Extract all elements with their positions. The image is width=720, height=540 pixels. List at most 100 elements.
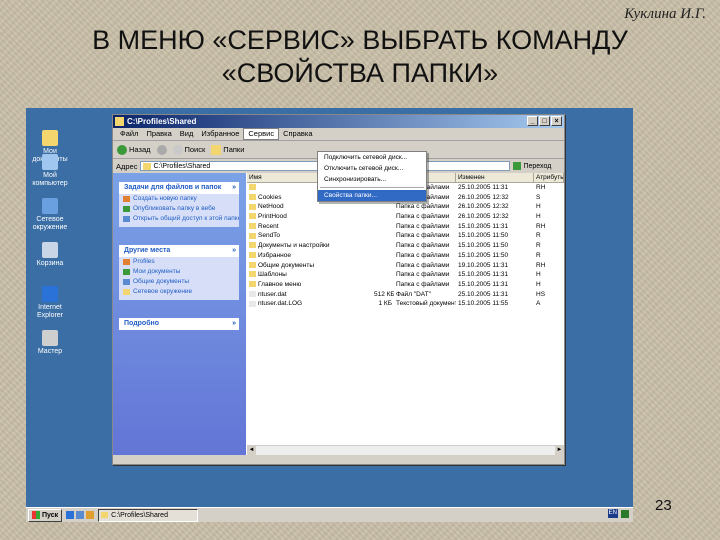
menu-5[interactable]: Справка — [279, 128, 316, 140]
desktop-icon-1[interactable]: Мой компьютер — [30, 154, 70, 188]
go-arrow-icon — [513, 162, 522, 170]
cell-type: Папка с файлами — [396, 251, 450, 259]
cell-type: Папка с файлами — [396, 203, 450, 211]
close-button[interactable]: × — [551, 116, 562, 126]
forward-button[interactable] — [156, 144, 167, 155]
cell-date: 15.10.2005 11:50 — [458, 232, 509, 240]
table-row[interactable]: Recent Папка с файлами 15.10.2005 11:31 RH — [247, 222, 564, 232]
column-header-3[interactable]: Изменен — [456, 173, 534, 182]
task-link-icon — [123, 279, 130, 285]
taskbar: Пуск C:\Profiles\Shared EN — [26, 507, 633, 522]
folder-icon — [115, 117, 124, 126]
task-link[interactable]: Сетевое окружение — [119, 287, 239, 297]
scroll-left-icon[interactable]: ◄ — [247, 446, 256, 455]
desktop-icon-3[interactable]: Корзина — [30, 242, 70, 268]
table-row[interactable]: Шаблоны Папка с файлами 15.10.2005 11:31 H — [247, 270, 564, 280]
desktop-icon-4[interactable]: Internet Explorer — [30, 286, 70, 320]
table-row[interactable]: Общие документы Папка с файлами 19.10.2005… — [247, 261, 564, 271]
menu-3[interactable]: Избранное — [197, 128, 243, 140]
task-link-icon — [123, 259, 130, 265]
go-button[interactable]: Переход — [513, 162, 551, 170]
table-row[interactable]: NetHood Папка с файлами 26.10.2005 12:32 H — [247, 202, 564, 212]
chevron-up-icon[interactable]: » — [232, 182, 236, 194]
internet-explorer-icon[interactable] — [66, 511, 75, 519]
cell-size — [372, 222, 394, 232]
task-panel-header[interactable]: Другие места » — [119, 245, 239, 257]
chevron-up-icon[interactable]: » — [232, 245, 236, 257]
menu-item-3[interactable]: Свойства папки... — [318, 190, 426, 201]
maximize-button[interactable]: □ — [539, 116, 550, 126]
menu-item-1[interactable]: Отключить сетевой диск... — [318, 163, 426, 174]
cell-size — [372, 251, 394, 261]
table-row[interactable]: SendTo Папка с файлами 15.10.2005 11:50 R — [247, 231, 564, 241]
horizontal-scrollbar[interactable]: ◄ ► — [247, 445, 564, 455]
task-link-icon — [123, 269, 130, 275]
task-link[interactable]: Мои документы — [119, 267, 239, 277]
task-panel-header[interactable]: Задачи для файлов и папок » — [119, 182, 239, 194]
cell-size — [372, 212, 394, 222]
language-indicator[interactable]: EN — [607, 509, 618, 518]
table-row[interactable]: Документы и настройки Папка с файлами 15.1… — [247, 241, 564, 251]
folder-icon — [249, 252, 256, 259]
tray-icon[interactable] — [621, 509, 629, 518]
table-row[interactable]: Избранное Папка с файлами 15.10.2005 11:50… — [247, 251, 564, 261]
desktop-icon-label: Мастер — [37, 348, 63, 355]
task-link-label: Создать новую папку — [133, 195, 197, 202]
minimize-button[interactable]: _ — [527, 116, 538, 126]
task-link[interactable]: Опубликовать папку в вебе — [119, 204, 239, 214]
page-number: 23 — [655, 497, 672, 514]
window-titlebar[interactable]: C:\Profiles\Shared _ □ × — [113, 115, 564, 128]
windows-flag-icon — [32, 511, 40, 519]
task-link[interactable]: Создать новую папку — [119, 194, 239, 204]
media-icon[interactable] — [86, 511, 95, 519]
column-header-4[interactable]: Атрибуты — [534, 173, 564, 182]
file-name: NetHood — [258, 203, 284, 211]
task-link-icon — [123, 216, 130, 222]
cell-name: NetHood — [247, 202, 372, 212]
desktop-icon-2[interactable]: Сетевое окружение — [30, 198, 70, 232]
cell-type: Папка с файлами — [396, 261, 450, 269]
search-button[interactable]: Поиск — [172, 144, 205, 155]
table-row[interactable]: PrintHood Папка с файлами 26.10.2005 12:32… — [247, 212, 564, 222]
folder-icon — [249, 232, 256, 239]
task-link-icon — [123, 196, 130, 202]
menu-0[interactable]: Файл — [116, 128, 142, 140]
menu-2[interactable]: Вид — [176, 128, 198, 140]
back-button[interactable]: Назад — [117, 144, 151, 155]
menu-item-2[interactable]: Синхронизировать... — [318, 174, 426, 185]
cell-attr: RH — [536, 184, 546, 191]
show-desktop-icon[interactable] — [76, 511, 85, 519]
folder-icon — [249, 213, 256, 220]
folder-icon — [249, 203, 256, 210]
folder-icon — [249, 281, 256, 288]
table-row[interactable]: ntuser.dat.LOG 1 КБ Текстовый документ 15.1… — [247, 299, 564, 309]
task-panel-header[interactable]: Подробно » — [119, 318, 239, 330]
task-link[interactable]: Общие документы — [119, 277, 239, 287]
folder-icon — [249, 271, 256, 278]
table-row[interactable]: ntuser.dat 512 КБ Файл "DAT" 25.10.2005 11:… — [247, 290, 564, 300]
start-button[interactable]: Пуск — [28, 508, 63, 522]
task-link[interactable]: Profiles — [119, 257, 239, 267]
chevron-up-icon[interactable]: » — [232, 318, 236, 330]
author-name: Куклина И.Г. — [624, 6, 706, 22]
cell-attr: RH — [536, 222, 546, 230]
desktop-icon-5[interactable]: Мастер — [30, 330, 70, 356]
slide-title-line-1: В МЕНЮ «СЕРВИС» ВЫБРАТЬ КОМАНДУ — [92, 25, 628, 55]
menu-item-0[interactable]: Подключить сетевой диск... — [318, 152, 426, 163]
menu-1[interactable]: Правка — [142, 128, 175, 140]
cell-type: Папка с файлами — [396, 213, 450, 221]
scroll-right-icon[interactable]: ► — [555, 446, 564, 455]
cell-size: 1 КБ — [378, 300, 392, 308]
taskbar-task-explorer[interactable]: C:\Profiles\Shared — [98, 508, 199, 522]
folders-button[interactable]: Папки — [211, 144, 244, 155]
cell-date: 26.10.2005 12:32 — [458, 193, 509, 201]
task-link-icon — [123, 206, 130, 212]
file-name: PrintHood — [258, 213, 287, 221]
cell-date: 19.10.2005 11:31 — [458, 261, 509, 269]
explorer-window[interactable]: C:\Profiles\Shared _ □ × Файл Правка Вид Из… — [112, 114, 565, 465]
folder-icon — [249, 261, 256, 268]
cell-date: 15.10.2005 11:31 — [458, 271, 509, 279]
task-link[interactable]: Открыть общий доступ к этой папке — [119, 214, 239, 224]
menu-4[interactable]: Сервис — [243, 128, 280, 140]
table-row[interactable]: Главное меню Папка с файлами 15.10.2005 11… — [247, 280, 564, 290]
